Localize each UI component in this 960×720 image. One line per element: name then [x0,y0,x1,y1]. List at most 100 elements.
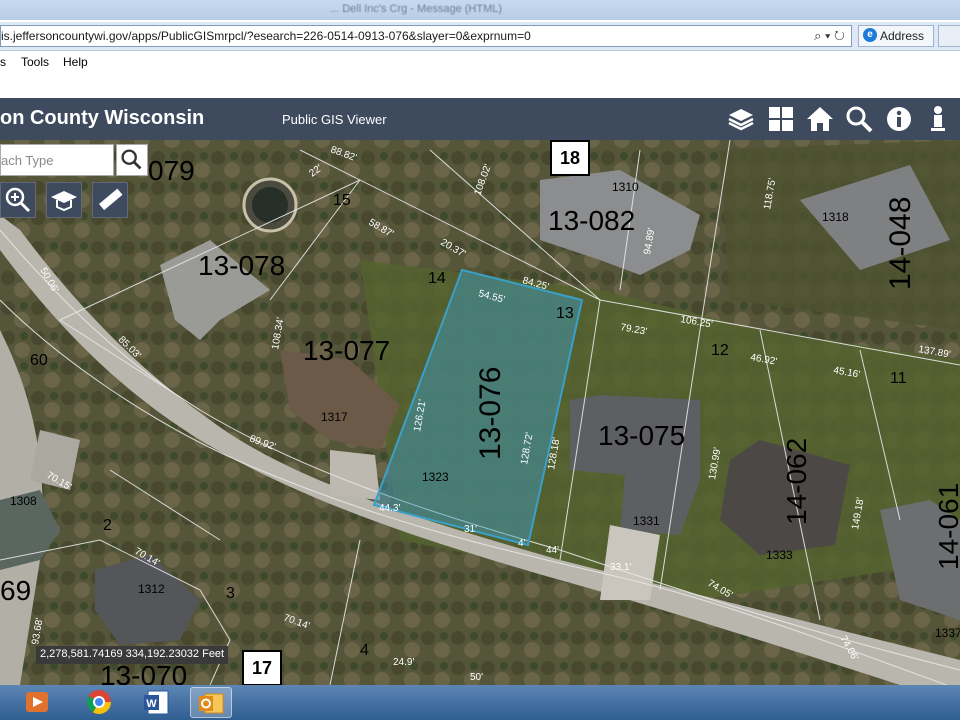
parcel-dimension: 149.18' [850,497,866,531]
parcel-label: 13-078 [198,250,285,281]
media-player-icon [26,692,48,712]
parcel-dimension: 44' [546,545,559,556]
parcel-dimension: 58.87' [367,217,396,240]
menu-item-tools[interactable]: Tools [21,55,49,69]
menu-item-favorites[interactable]: s [0,55,6,69]
home-icon [807,107,833,131]
house-number: 1312 [138,582,165,596]
lot-number: 2 [103,517,112,534]
parcel-label: 13-077 [303,335,390,366]
search-placeholder: ach Type [1,153,54,168]
parcel-dimension: 33.1' [610,562,631,573]
word-icon: W [144,690,169,715]
parcel-dimension: 70.14' [133,546,162,569]
lot-number: 60 [30,352,48,369]
education-tool-button[interactable] [46,182,82,218]
url-input[interactable]: is.jeffersoncountywi.gov/apps/PublicGISm… [0,25,852,47]
map-view[interactable]: 079 13-078 13-077 13-076 13-082 13-075 14-048 1… [0,140,960,685]
menu-bar: s Tools Help [0,51,960,73]
parcel-dimension: 45.16' [832,365,861,381]
home-button[interactable] [804,103,836,135]
layers-icon [728,109,754,131]
coordinate-readout: 2,278,581.74169 334,192.23032 Feet [36,646,229,664]
page-subtitle: Public GIS Viewer [282,112,387,127]
parcel-label: 13-075 [598,420,685,451]
ie-icon: e [863,28,877,42]
parcel-dimension: 94.89' [642,227,658,256]
window-title: ... Dell Inc's Crg - Message (HTML) [330,3,503,15]
house-number: 1331 [633,514,660,528]
word-taskbar-button[interactable]: W [136,687,178,718]
zoom-tool-button[interactable] [0,182,36,218]
svg-text:W: W [146,698,157,710]
lot-number: 12 [711,342,729,359]
magnifier-icon [121,149,142,170]
parcel-dimension: 106.25' [679,314,713,330]
gis-header: on County Wisconsin Public GIS Viewer [0,98,960,140]
parcel-dimension: 74.06' [837,634,860,663]
new-tab-button[interactable] [938,25,960,47]
person-button[interactable] [922,103,954,135]
house-number: 1323 [422,470,449,484]
window-titlebar: ... Dell Inc's Crg - Message (HTML) [0,0,960,20]
parcel-dimension: 85.03' [116,334,143,361]
windows-taskbar: W [0,685,960,720]
lot-number: 13 [556,305,574,322]
parcel-dimension: 88.82' [329,144,358,164]
parcel-dimension: 24.9' [393,657,414,668]
info-icon [887,107,911,131]
parcel-label: 14-048 [884,197,917,290]
basemap-gallery-button[interactable] [765,103,797,135]
browser-tab[interactable]: e Address ... [858,25,934,57]
outlook-icon [199,693,224,714]
house-number: 1308 [10,494,37,508]
grid-icon [769,107,793,131]
outlook-taskbar-button[interactable] [190,687,232,718]
parcel-dimension: 31' [464,524,477,535]
graduation-cap-icon [51,191,77,212]
map-labels-layer: 079 13-078 13-077 13-076 13-082 13-075 14-048 1… [0,144,960,685]
house-number: 1318 [822,210,849,224]
person-icon [931,106,945,131]
chrome-taskbar-button[interactable] [78,687,120,718]
parcel-dimension: 93.68' [30,617,46,646]
parcel-dimension: 128.72' [519,432,535,466]
lot-number: 11 [890,370,907,387]
page-title: on County Wisconsin [0,107,205,129]
parcel-dimension: 54.55' [477,288,506,306]
parcel-dimension: 74.05' [706,578,735,601]
house-number: 1317 [321,410,348,424]
url-actions[interactable]: ⌕ ▾ ↻ [814,28,845,44]
house-number: 1337 [935,626,960,640]
parcel-dimension: 79.23' [619,322,648,338]
parcel-dimension: 4' [518,538,526,549]
lot-number: 14 [428,270,446,287]
parcel-dimension: 70.15' [45,470,74,493]
address-bar: is.jeffersoncountywi.gov/apps/PublicGISm… [0,22,960,57]
house-number: 1310 [612,180,639,194]
house-number: 1333 [766,548,793,562]
parcel-dimension: 44.3' [379,503,400,514]
search-submit-button[interactable] [116,144,148,176]
parcel-dimension: 126.21' [412,399,428,433]
url-text: is.jeffersoncountywi.gov/apps/PublicGISm… [1,29,531,43]
parcel-dimension: 50.06' [37,266,60,295]
zoom-in-icon [5,187,31,213]
parcel-dimension: 46.92' [749,352,778,368]
parcel-label: 079 [148,155,195,186]
lot-number: 15 [333,192,351,209]
parcel-dimension: 70.14' [282,612,311,632]
parcel-dimension: 89.92' [248,433,277,453]
menu-item-help[interactable]: Help [63,55,88,69]
parcel-label: 13-082 [548,205,635,236]
parcel-dimension: 128.18' [546,437,562,471]
info-button[interactable] [883,103,915,135]
search-input[interactable]: ach Type [0,144,114,176]
map-tile-18: 18 [550,140,590,176]
chrome-icon [86,690,111,715]
layers-button[interactable] [725,103,757,135]
search-button[interactable] [843,103,875,135]
media-player-taskbar-button[interactable] [16,687,58,718]
toolbar-spacer [0,73,960,98]
measure-tool-button[interactable] [92,182,128,218]
